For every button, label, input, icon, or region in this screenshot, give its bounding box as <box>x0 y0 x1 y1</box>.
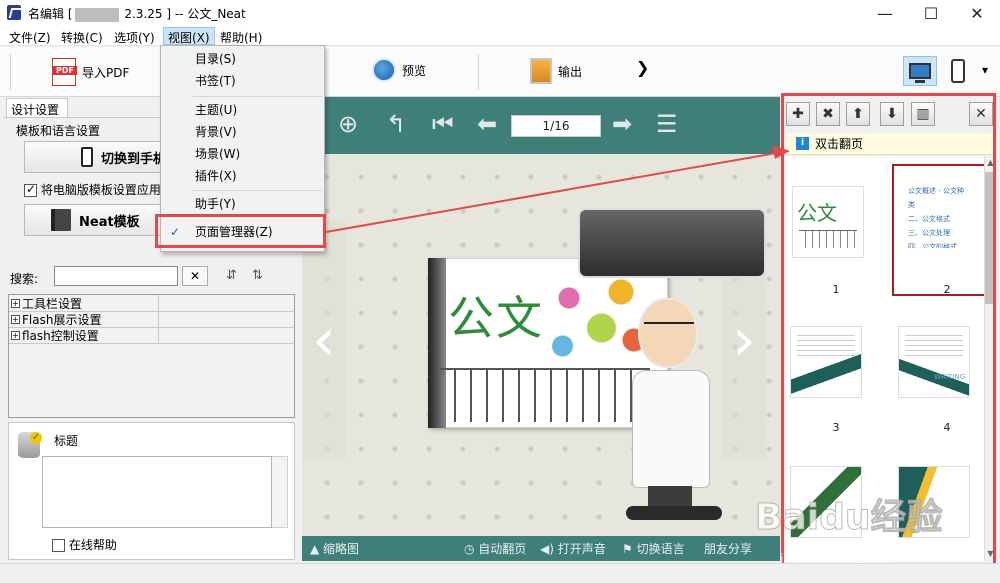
desktop-mode-button[interactable] <box>903 56 937 86</box>
preview-button[interactable]: 预览 <box>372 58 426 82</box>
book-title-text: 公文 <box>448 291 544 345</box>
first-page-icon[interactable]: ⏮ <box>432 110 454 138</box>
window-title: 名编辑 [ 2.3.25 ] -- 公文_Neat <box>28 5 246 22</box>
clear-search-button[interactable]: ✕ <box>182 266 208 286</box>
share-label: 朋友分享 <box>704 542 753 556</box>
menu-item-theme[interactable]: 主题(U) <box>161 99 324 121</box>
share-button[interactable]: 朋友分享 <box>704 540 752 557</box>
help-scrollbar[interactable] <box>272 456 288 528</box>
prop-label: Flash展示设置 <box>22 313 102 327</box>
title-bracket: [ <box>67 7 73 21</box>
thumbnails-label: 缩略图 <box>323 542 360 556</box>
export-label: 输出 <box>558 64 583 79</box>
doctor-shoes <box>626 506 722 520</box>
next-page-icon[interactable]: ➡ <box>612 110 632 138</box>
maximize-button[interactable]: ☐ <box>908 0 954 26</box>
device-dropdown-icon[interactable]: ▾ <box>982 63 988 77</box>
auto-flip-button[interactable]: ◷ 自动翻页 <box>464 540 526 557</box>
toolbar-separator <box>10 54 11 90</box>
online-help-checkbox-row[interactable]: 在线帮助 <box>52 536 117 553</box>
import-pdf-label: 导入PDF <box>82 65 130 80</box>
prop-label: 工具栏设置 <box>22 297 83 311</box>
export-button[interactable]: 输出 <box>530 58 582 84</box>
status-bar <box>0 563 1000 583</box>
help-title: 标题 <box>54 434 79 448</box>
apply-template-checkbox[interactable] <box>24 182 37 197</box>
expand-icon[interactable]: + <box>11 331 20 340</box>
thumbnails-button[interactable]: ▲ 缩略图 <box>310 540 359 557</box>
sound-label: 打开声音 <box>557 542 606 556</box>
app-logo-icon <box>7 5 21 20</box>
expand-icon[interactable]: + <box>11 299 20 308</box>
sound-button[interactable]: ◀) 打开声音 <box>540 540 606 557</box>
main-toolbar <box>0 47 1000 97</box>
menu-separator <box>192 96 322 97</box>
mobile-mode-button[interactable] <box>941 56 975 86</box>
online-help-checkbox[interactable] <box>52 539 65 552</box>
online-help-label: 在线帮助 <box>68 538 117 552</box>
menu-view[interactable]: 视图(X) <box>163 27 215 45</box>
auto-flip-label: 自动翻页 <box>478 542 527 556</box>
export-icon <box>530 58 552 84</box>
sort-ascending-icon[interactable]: ⇅ <box>252 268 263 283</box>
page-indicator[interactable]: 1/16 <box>511 115 601 137</box>
title-suffix: 2.3.25 ] -- 公文_Neat <box>124 7 246 21</box>
help-description-box[interactable] <box>42 456 272 528</box>
baidu-watermark: Baidu经验 <box>754 497 943 539</box>
search-input[interactable] <box>54 266 178 286</box>
import-pdf-button[interactable]: 导入PDF <box>52 58 129 86</box>
more-arrow-icon[interactable]: ❯ <box>636 58 649 77</box>
menu-options[interactable]: 选项(Y) <box>114 29 155 46</box>
property-grid-column-divider <box>158 294 159 342</box>
prop-flash-display-settings[interactable]: + Flash展示设置 <box>9 312 294 328</box>
toolbar-separator <box>478 54 479 90</box>
prev-page-icon[interactable]: ⬅ <box>477 110 497 138</box>
menu-file[interactable]: 文件(Z) <box>9 29 51 46</box>
menu-item-bookmarks[interactable]: 书签(T) <box>161 70 324 92</box>
menu-item-scene[interactable]: 场景(W) <box>161 143 324 165</box>
language-label: 切换语言 <box>636 542 685 556</box>
minimize-button[interactable]: — <box>862 0 908 26</box>
menu-item-plugins[interactable]: 插件(X) <box>161 165 324 187</box>
phone-icon <box>951 59 965 83</box>
prop-label: flash控制设置 <box>22 329 99 343</box>
title-prefix: 名编辑 <box>28 7 65 21</box>
menu-icon[interactable]: ☰ <box>656 110 678 138</box>
check-badge-icon: ✓ <box>30 432 42 444</box>
menu-separator <box>192 190 322 191</box>
doctor-body <box>632 370 710 488</box>
prop-toolbar-settings[interactable]: + 工具栏设置 <box>9 296 294 312</box>
template-book-icon <box>51 209 71 231</box>
preview-icon <box>372 58 396 82</box>
left-flip-arrow-icon[interactable]: ‹ <box>302 220 346 460</box>
menu-help[interactable]: 帮助(H) <box>220 29 262 46</box>
menu-item-assistant[interactable]: 助手(Y) <box>161 193 324 215</box>
pdf-icon <box>52 58 77 86</box>
phone-icon <box>81 147 93 167</box>
language-button[interactable]: ⚑ 切换语言 <box>622 540 685 557</box>
switch-phone-label: 切换到手机 <box>101 151 167 167</box>
prop-flash-control-settings[interactable]: + flash控制设置 <box>9 328 294 344</box>
search-label: 搜索: <box>10 272 39 286</box>
monitor-icon <box>909 63 931 83</box>
sort-descending-icon[interactable]: ⇵ <box>226 268 237 283</box>
expand-icon[interactable]: + <box>11 315 20 324</box>
page-manager-menu-highlight <box>155 214 326 248</box>
menu-item-background[interactable]: 背景(V) <box>161 121 324 143</box>
preview-label: 预览 <box>402 63 427 78</box>
zoom-in-icon[interactable]: ⊕ <box>338 110 358 138</box>
menu-item-contents[interactable]: 目录(S) <box>161 48 324 70</box>
close-button[interactable]: ✕ <box>954 0 1000 26</box>
template-language-group-label: 模板和语言设置 <box>16 124 101 138</box>
tab-design-settings[interactable]: 设计设置 <box>6 98 68 117</box>
menu-convert[interactable]: 转换(C) <box>61 29 103 46</box>
title-redacted <box>74 7 119 22</box>
city-sketch-graphic <box>440 368 650 422</box>
neat-template-label: Neat模板 <box>79 214 140 230</box>
back-icon[interactable]: ↰ <box>386 110 406 138</box>
speech-bubble <box>578 208 766 278</box>
doctor-glasses <box>644 322 694 338</box>
